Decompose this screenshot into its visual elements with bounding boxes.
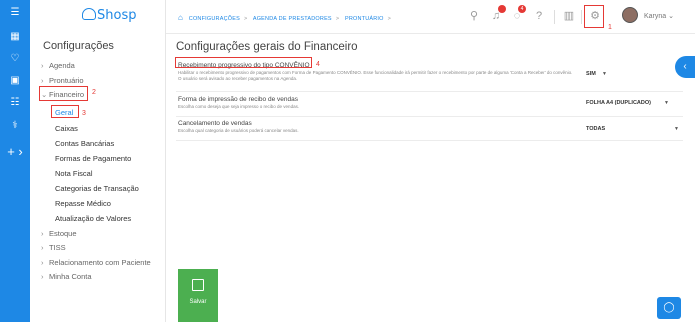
highlight-setting (175, 57, 312, 68)
main-content: Configurações gerais do Financeiro Receb… (166, 34, 695, 322)
stethoscope-icon[interactable]: ⚕ (0, 120, 30, 132)
home-icon[interactable]: ⌂ (178, 13, 183, 22)
highlight-financeiro (39, 86, 88, 101)
chat-button[interactable]: ◯ (657, 297, 681, 319)
setting-title: Forma de impressão de recibo de vendas (178, 96, 298, 103)
setting-select[interactable]: SIM ▼ (582, 67, 610, 81)
sidebar-sub-repasse[interactable]: Repasse Médico (55, 199, 111, 208)
sidebar-item-prontuario[interactable]: › Prontuário (41, 76, 84, 85)
annotation-1: 1 (608, 24, 612, 31)
sidebar-sub-nota-fiscal[interactable]: Nota Fiscal (55, 169, 93, 178)
sidebar-sub-formas-pagamento[interactable]: Formas de Pagamento (55, 154, 131, 163)
chat-badge: 4 (518, 5, 526, 13)
collapse-panel-button[interactable]: ‹ (675, 56, 695, 78)
setting-row: Cancelamento de vendas Escolha qual cate… (176, 117, 683, 141)
breadcrumb-item[interactable]: AGENDA DE PRESTADORES (253, 16, 332, 22)
chevron-right-icon: › (41, 243, 44, 252)
heart-icon[interactable]: ♡ (0, 53, 30, 65)
plus-icon[interactable]: + › (0, 145, 30, 158)
breadcrumb: ⌂ CONFIGURAÇÕES > AGENDA DE PRESTADORES > … (178, 13, 392, 22)
chevron-left-icon: ‹ (683, 61, 687, 72)
top-header: ⌂ CONFIGURAÇÕES > AGENDA DE PRESTADORES > … (166, 0, 695, 34)
setting-description: Escolha como deseja que seja impresso o … (178, 104, 300, 109)
setting-description: Escolha qual categoria de usuários poder… (178, 128, 299, 133)
list-icon[interactable]: ☷ (0, 97, 30, 109)
notification-badge (498, 5, 506, 13)
sidebar: Shosp Configurações › Agenda › Prontuário … (30, 0, 166, 322)
annotation-3: 3 (82, 110, 86, 117)
chevron-right-icon: › (41, 258, 44, 267)
caret-down-icon: ▼ (602, 71, 607, 77)
sidebar-item-tiss[interactable]: › TISS (41, 243, 66, 252)
left-rail: ☰ ▦ ♡ ▣ ☷ ⚕ + › (0, 0, 30, 322)
sidebar-sub-contas-bancarias[interactable]: Contas Bancárias (55, 139, 114, 148)
chevron-right-icon: › (41, 61, 44, 70)
setting-row: Forma de impressão de recibo de vendas E… (176, 92, 683, 117)
sidebar-sub-atualizacao[interactable]: Atualização de Valores (55, 214, 131, 223)
calendar-icon[interactable]: ▦ (0, 31, 30, 43)
chevron-right-icon: › (41, 76, 44, 85)
chevron-right-icon: › (41, 229, 44, 238)
floppy-disk-icon (192, 279, 204, 291)
annotation-2: 2 (92, 89, 96, 96)
menu-icon[interactable]: ☰ (0, 7, 30, 19)
sidebar-sub-caixas[interactable]: Caixas (55, 124, 78, 133)
caret-down-icon: ▼ (664, 100, 669, 106)
caret-down-icon: ▼ (674, 126, 679, 132)
chart-icon[interactable]: ▥ (562, 9, 576, 23)
sidebar-item-minha-conta[interactable]: › Minha Conta (41, 272, 92, 281)
page-title: Configurações gerais do Financeiro (176, 41, 358, 53)
setting-description: Habilitar o recebimento progressivo de p… (178, 70, 573, 81)
sidebar-sub-categorias[interactable]: Categorias de Transação (55, 184, 139, 193)
breadcrumb-item[interactable]: CONFIGURAÇÕES (189, 16, 240, 22)
avatar[interactable] (622, 7, 638, 23)
logo[interactable]: Shosp (82, 8, 136, 23)
sidebar-item-estoque[interactable]: › Estoque (41, 229, 77, 238)
sidebar-title: Configurações (43, 40, 114, 52)
divider (554, 10, 555, 24)
chat-icon: ◯ (663, 302, 675, 313)
help-icon[interactable]: ? (532, 9, 546, 23)
save-button[interactable]: Salvar (178, 269, 218, 322)
logo-icon (82, 8, 96, 20)
highlight-geral (51, 105, 79, 118)
sidebar-item-relacionamento[interactable]: › Relacionamento com Paciente (41, 258, 151, 267)
annotation-4: 4 (316, 61, 320, 68)
breadcrumb-item[interactable]: PRONTUÁRIO (345, 16, 384, 22)
username[interactable]: Karyna ⌄ (644, 12, 674, 20)
setting-title: Cancelamento de vendas (178, 120, 252, 127)
money-icon[interactable]: ▣ (0, 75, 30, 87)
chevron-right-icon: › (41, 272, 44, 281)
setting-select[interactable]: FOLHA A4 (DUPLICADO) ▼ (582, 96, 672, 110)
setting-select[interactable]: TODAS ▼ (582, 122, 682, 136)
search-icon[interactable]: ⚲ (467, 9, 481, 23)
highlight-gear (584, 5, 604, 28)
divider (581, 10, 582, 24)
sidebar-item-agenda[interactable]: › Agenda (41, 61, 75, 70)
